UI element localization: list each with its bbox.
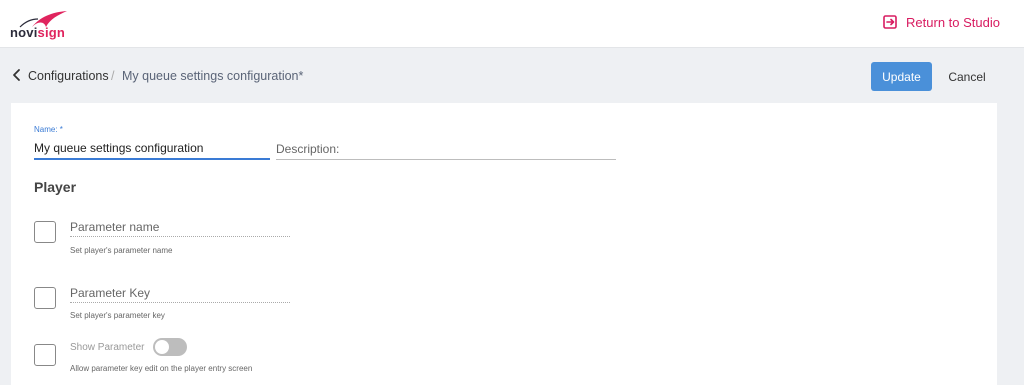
parameter-key-hint: Set player's parameter key (70, 311, 165, 320)
logo-text-novi: novi (10, 25, 38, 40)
name-field[interactable] (34, 138, 270, 160)
novisign-logo[interactable]: novisign (10, 9, 80, 41)
breadcrumb-configurations-link[interactable]: Configurations (28, 69, 109, 83)
parameter-name-input[interactable] (70, 217, 290, 237)
breadcrumb-bar: Configurations / My queue settings confi… (0, 49, 1024, 103)
show-parameter-hint: Allow parameter key edit on the player e… (70, 364, 253, 373)
configuration-form-card: Name: * Player Set player's parameter na… (11, 103, 997, 385)
show-parameter-label: Show Parameter (70, 342, 145, 353)
logo-text: novisign (10, 25, 65, 40)
parameter-name-checkbox[interactable] (34, 221, 56, 243)
player-section-title: Player (34, 179, 77, 195)
chevron-left-icon[interactable] (10, 67, 24, 83)
show-parameter-toggle[interactable] (153, 338, 187, 356)
show-parameter-checkbox[interactable] (34, 344, 56, 366)
top-bar: novisign Return to Studio (0, 0, 1024, 48)
toggle-knob (155, 340, 169, 354)
cancel-button[interactable]: Cancel (940, 62, 994, 91)
return-to-studio-link[interactable]: Return to Studio (882, 14, 1000, 30)
return-to-studio-label: Return to Studio (906, 14, 1000, 30)
name-field-label: Name: * (34, 125, 63, 134)
description-field[interactable] (276, 138, 616, 160)
parameter-key-checkbox[interactable] (34, 287, 56, 309)
breadcrumb-separator: / (111, 69, 115, 83)
breadcrumb-current-page: My queue settings configuration* (122, 69, 304, 83)
parameter-key-input[interactable] (70, 283, 290, 303)
logo-text-sign: sign (37, 25, 66, 40)
parameter-name-hint: Set player's parameter name (70, 246, 173, 255)
exit-to-app-icon (883, 15, 897, 29)
update-button[interactable]: Update (871, 62, 932, 91)
